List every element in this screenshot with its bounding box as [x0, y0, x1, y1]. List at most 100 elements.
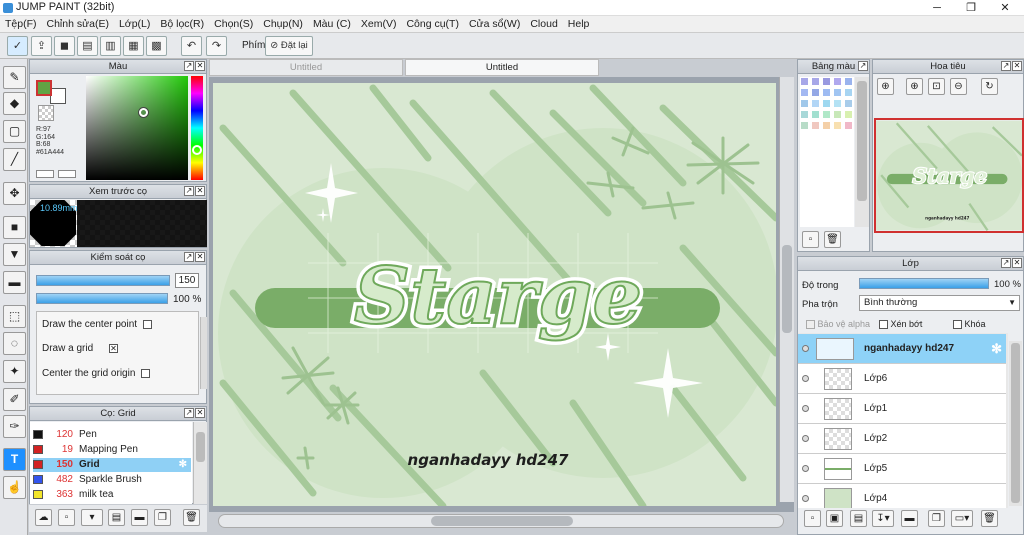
zoom-fit-icon[interactable]: ⊕ [877, 78, 894, 95]
brush-item[interactable]: 363 milk tea [33, 488, 191, 502]
download-brush-icon[interactable]: ☁ [35, 509, 52, 526]
brush-tool-icon[interactable]: ✎ [3, 66, 26, 89]
panel-float-icon[interactable]: ↗ [184, 408, 194, 418]
brush-options-scrollbar[interactable] [200, 317, 207, 389]
palette-swatch[interactable] [811, 77, 820, 86]
menu-color[interactable]: Màu (C) [308, 16, 356, 32]
palette-swatch[interactable] [822, 88, 831, 97]
duplicate-brush-icon[interactable]: ❐ [154, 509, 171, 526]
layer-visibility-icon[interactable] [802, 435, 809, 442]
hue-handle[interactable] [192, 145, 202, 155]
navigator-preview[interactable]: Starge nganhadayy hd247 [874, 118, 1024, 233]
clipping-checkbox[interactable] [879, 320, 888, 330]
palette-swatch[interactable] [811, 88, 820, 97]
brush-size-input[interactable]: 150 [175, 273, 199, 288]
merge-layer-icon[interactable]: ▭▾ [951, 510, 973, 527]
panel-close-icon[interactable]: ✕ [195, 61, 205, 71]
minimize-button[interactable]: ─ [920, 0, 954, 16]
line-tool-icon[interactable]: ╱ [3, 148, 26, 171]
blend-mode-select[interactable]: Bình thường ▼ [859, 295, 1020, 311]
palette-swatch[interactable] [844, 88, 853, 97]
layer-template-icon[interactable]: ▤ [850, 510, 867, 527]
lasso-tool-icon[interactable]: ◌ [3, 332, 26, 355]
rectangle-tool-icon[interactable]: ▢ [3, 120, 26, 143]
palette-swatch[interactable] [833, 110, 842, 119]
panel-float-icon[interactable]: ↗ [858, 61, 868, 71]
protect-alpha-checkbox[interactable] [806, 320, 815, 330]
menu-capture[interactable]: Chụp(N) [258, 16, 308, 32]
tab-untitled-1[interactable]: Untitled [209, 59, 403, 76]
zoom-in-icon[interactable]: ⊕ [906, 78, 923, 95]
panel-close-icon[interactable]: ✕ [1012, 61, 1022, 71]
lock-checkbox[interactable] [953, 320, 962, 330]
panel-close-icon[interactable]: ✕ [1012, 258, 1022, 268]
message-icon[interactable]: ▤ [77, 36, 98, 56]
undo-icon[interactable]: ↶ [181, 36, 202, 56]
tab-untitled-2[interactable]: Untitled [405, 59, 599, 76]
close-button[interactable]: ✕ [988, 0, 1022, 16]
panel-close-icon[interactable]: ✕ [195, 252, 205, 262]
option-checkbox[interactable] [142, 319, 152, 329]
palette-scrollbar[interactable] [855, 77, 869, 227]
restore-button[interactable]: ❐ [954, 0, 988, 16]
menu-view[interactable]: Xem(V) [356, 16, 402, 32]
share-icon[interactable]: ⇪ [31, 36, 52, 56]
gear-icon[interactable]: ✻ [179, 458, 187, 472]
color-mode-button[interactable] [36, 170, 54, 178]
fill-rect-tool-icon[interactable]: ■ [3, 216, 26, 239]
zoom-out-icon[interactable]: ⊖ [950, 78, 967, 95]
color-mode-button-2[interactable] [58, 170, 76, 178]
palette-swatch[interactable] [833, 88, 842, 97]
foreground-color-swatch[interactable] [36, 80, 52, 96]
menu-help[interactable]: Help [563, 16, 595, 32]
palette-swatch[interactable] [822, 110, 831, 119]
option-center-grid-origin[interactable]: Center the grid origin [42, 368, 151, 379]
menu-filter[interactable]: Bộ lọc(R) [155, 16, 209, 32]
saturation-value-picker[interactable] [86, 76, 188, 180]
delete-brush-icon[interactable]: 🗑 [183, 509, 200, 526]
eraser-tool-icon[interactable]: ◆ [3, 92, 26, 115]
horizontal-scroll-thumb[interactable] [431, 516, 573, 526]
brush-list-scrollbar[interactable] [193, 422, 207, 504]
layer-opacity-slider[interactable] [859, 278, 989, 289]
redo-icon[interactable]: ↷ [206, 36, 227, 56]
menu-file[interactable]: Tệp(F) [0, 16, 42, 32]
layer-row[interactable]: Lớp4 [798, 484, 1006, 508]
hue-slider[interactable] [191, 76, 203, 180]
palette-swatch[interactable] [811, 110, 820, 119]
layer-visibility-icon[interactable] [802, 495, 809, 502]
text-tool-icon[interactable]: T [3, 448, 26, 471]
hand-tool-icon[interactable]: ☝ [3, 476, 26, 499]
layer-row-selected[interactable]: nganhadayy hd247 ✻ [798, 334, 1006, 364]
palette-swatch[interactable] [822, 121, 831, 130]
palette-swatch[interactable] [800, 99, 809, 108]
page-icon[interactable]: ▦ [123, 36, 144, 56]
delete-palette-icon[interactable]: 🗑 [824, 231, 841, 248]
palette-swatch-grid[interactable] [800, 77, 854, 227]
menu-select[interactable]: Chọn(S) [209, 16, 258, 32]
new-palette-icon[interactable]: ▫ [802, 231, 819, 248]
palette-swatch[interactable] [844, 121, 853, 130]
folder-icon[interactable]: ▬ [131, 509, 148, 526]
protect-alpha-option[interactable]: Bảo vệ alpha [806, 319, 870, 330]
palette-swatch[interactable] [800, 88, 809, 97]
duplicate-layer-icon[interactable]: ❐ [928, 510, 945, 527]
gear-icon[interactable]: ✻ [991, 334, 1002, 364]
color-picker-handle[interactable] [139, 108, 148, 117]
panel-close-icon[interactable]: ✕ [195, 186, 205, 196]
option-center-point[interactable]: Draw the center point [42, 319, 152, 330]
select-pen-tool-icon[interactable]: ✐ [3, 388, 26, 411]
menu-layer[interactable]: Lớp(L) [114, 16, 155, 32]
panel-close-icon[interactable]: ✕ [195, 408, 205, 418]
brush-item-selected[interactable]: 150 Grid ✻ [33, 458, 191, 472]
canvas-horizontal-scrollbar[interactable] [218, 514, 784, 528]
option-checkbox[interactable]: ✕ [108, 343, 118, 353]
background-color-swatch[interactable] [50, 88, 66, 104]
delete-layer-icon[interactable]: 🗑 [981, 510, 998, 527]
palette-swatch[interactable] [844, 99, 853, 108]
layer-visibility-icon[interactable] [802, 465, 809, 472]
palette-swatch[interactable] [833, 77, 842, 86]
layer-list-scrollbar[interactable] [1009, 341, 1022, 506]
comment-icon[interactable]: ◼ [54, 36, 75, 56]
palette-swatch[interactable] [811, 99, 820, 108]
